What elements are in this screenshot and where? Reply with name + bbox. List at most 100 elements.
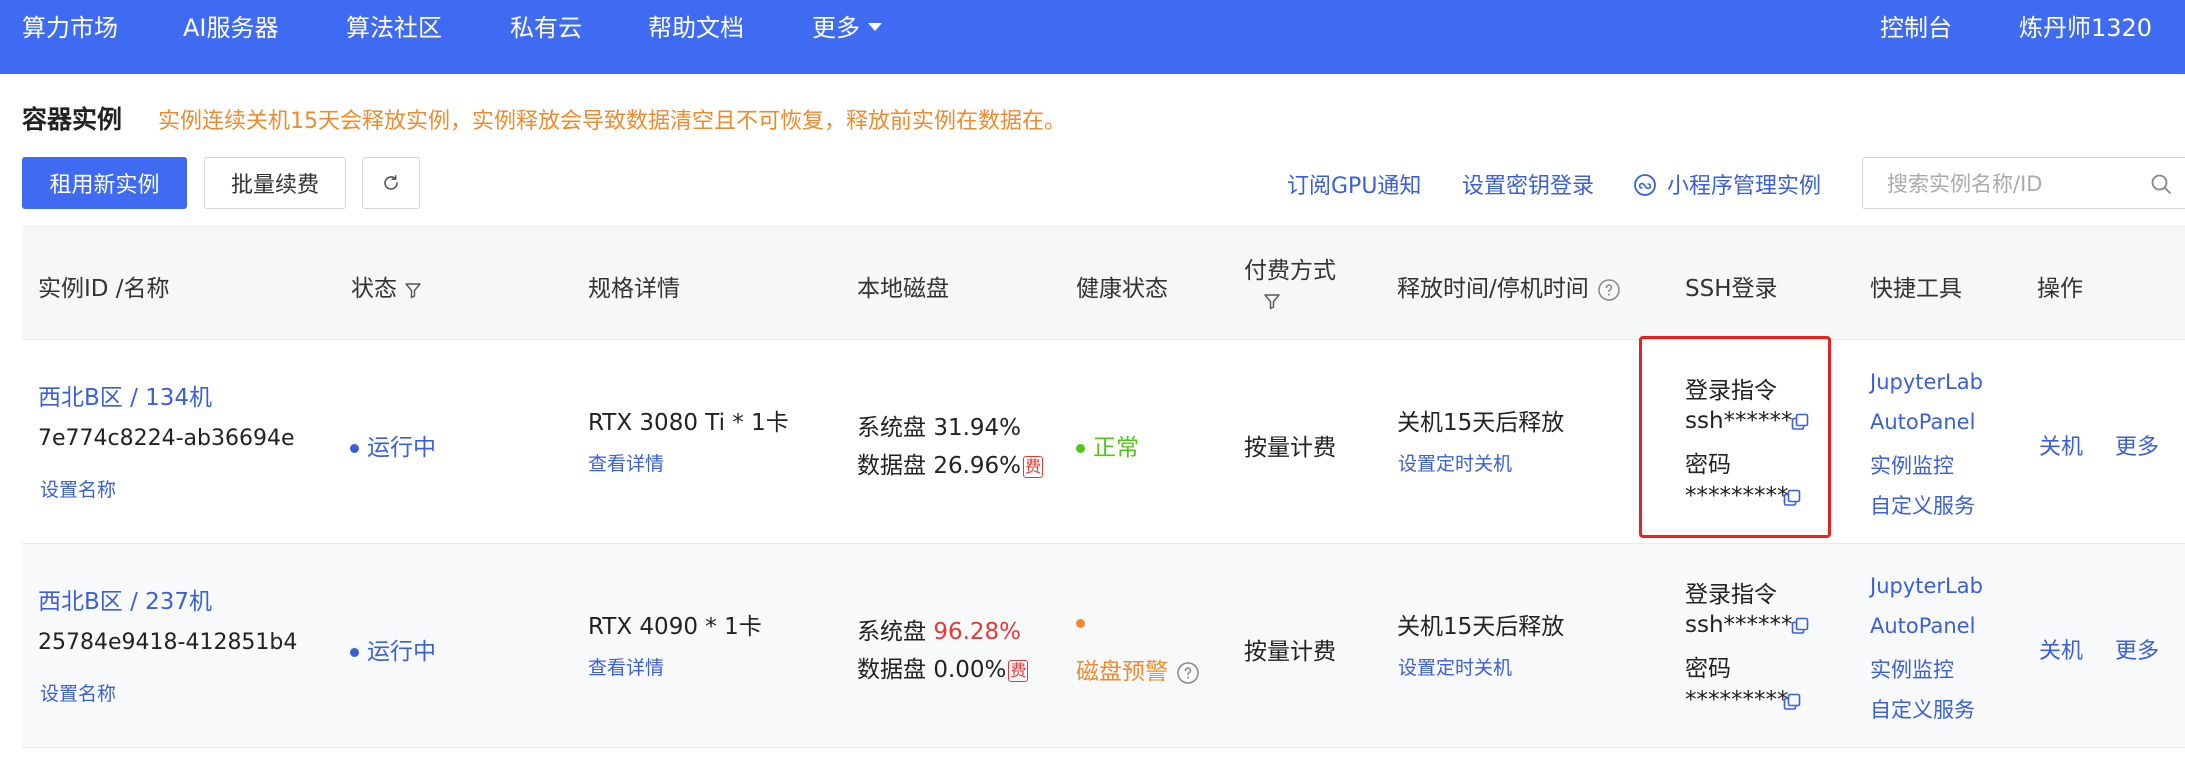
schedule-shutdown-link[interactable]: 设置定时关机: [1398, 449, 1512, 476]
autopanel-link[interactable]: AutoPanel: [1870, 614, 1975, 638]
system-disk-usage: 系统盘 31.94%: [857, 408, 1021, 442]
disk-fee-badge[interactable]: 费: [1008, 659, 1029, 682]
autopanel-link[interactable]: AutoPanel: [1870, 410, 1975, 434]
instance-search-input[interactable]: [1887, 170, 2137, 198]
disk-fee-badge[interactable]: 费: [1023, 455, 1044, 478]
caret-down-icon: [868, 23, 882, 31]
set-name-link[interactable]: 设置名称: [40, 475, 116, 502]
header-health: 健康状态: [1076, 276, 1168, 302]
billing-method: 按量计费: [1244, 639, 1336, 665]
status-badge: 运行中: [350, 428, 436, 462]
ssh-password-value: *********: [1685, 687, 1789, 713]
mini-program-icon: [1634, 174, 1656, 196]
system-disk-label: 系统盘: [857, 415, 926, 441]
status-label: 运行中: [367, 639, 436, 665]
help-circle-icon[interactable]: [1597, 278, 1621, 302]
page-title: 容器实例: [22, 105, 123, 134]
header-billing: 付费方式: [1244, 258, 1336, 284]
billing-filter-icon[interactable]: [1262, 291, 1282, 311]
set-name-link[interactable]: 设置名称: [40, 679, 116, 706]
system-disk-usage: 系统盘 96.28%: [857, 612, 1021, 646]
nav-item-private-cloud[interactable]: 私有云: [510, 0, 582, 56]
gpu-spec: RTX 3080 Ti * 1卡: [588, 410, 789, 436]
gpu-spec: RTX 4090 * 1卡: [588, 614, 762, 640]
set-key-login-link[interactable]: 设置密钥登录: [1462, 168, 1594, 200]
ssh-password-value: *********: [1685, 483, 1789, 509]
copy-icon[interactable]: [1790, 616, 1810, 636]
refresh-button[interactable]: [362, 157, 420, 209]
instance-monitor-link[interactable]: 实例监控: [1870, 450, 1954, 480]
health-status: 磁盘预警: [1076, 652, 1200, 686]
status-badge: 运行中: [350, 632, 436, 666]
nav-item-help-docs[interactable]: 帮助文档: [648, 0, 744, 56]
header-release-time: 释放时间/停机时间: [1397, 269, 1621, 303]
system-disk-value: 96.28%: [933, 619, 1022, 645]
view-details-link[interactable]: 查看详情: [588, 653, 664, 680]
nav-item-ai-servers[interactable]: AI服务器: [183, 0, 279, 56]
mini-program-manage-link[interactable]: 小程序管理实例: [1633, 168, 1821, 200]
nav-item-compute-market[interactable]: 算力市场: [22, 0, 118, 56]
batch-renew-button[interactable]: 批量续费: [204, 157, 346, 209]
data-disk-value: 26.96%: [933, 453, 1022, 479]
instance-search-box: [1862, 157, 2185, 209]
header-disk: 本地磁盘: [857, 276, 949, 302]
billing-method: 按量计费: [1244, 435, 1336, 461]
table-header: 实例ID /名称 状态 规格详情 本地磁盘 健康状态 付费方式 释放时间/停机时…: [22, 226, 2185, 340]
data-disk-label: 数据盘: [857, 453, 926, 479]
status-label: 运行中: [367, 435, 436, 461]
nav-item-console[interactable]: 控制台: [1880, 0, 1952, 56]
copy-icon[interactable]: [1782, 692, 1802, 712]
header-tools: 快捷工具: [1870, 276, 1962, 302]
release-policy: 关机15天后释放: [1397, 410, 1565, 436]
instance-id: 7e774c8224-ab36694e: [38, 426, 295, 451]
copy-icon[interactable]: [1782, 488, 1802, 508]
mini-program-label: 小程序管理实例: [1667, 174, 1822, 199]
ssh-command-label: 登录指令: [1685, 378, 1777, 404]
ssh-command-value: ssh******: [1685, 612, 1793, 638]
table-row: 西北B区 / 134机 7e774c8224-ab36694e 设置名称 运行中…: [22, 340, 2185, 544]
jupyterlab-link[interactable]: JupyterLab: [1870, 370, 1983, 394]
more-actions-link[interactable]: 更多: [2115, 429, 2159, 461]
more-actions-link[interactable]: 更多: [2115, 633, 2159, 665]
jupyterlab-link[interactable]: JupyterLab: [1870, 574, 1983, 598]
instance-monitor-link[interactable]: 实例监控: [1870, 654, 1954, 684]
filter-icon[interactable]: [403, 280, 423, 300]
shutdown-link[interactable]: 关机: [2039, 429, 2083, 461]
search-icon[interactable]: [2149, 172, 2173, 196]
status-dot: [350, 444, 359, 453]
shutdown-link[interactable]: 关机: [2039, 633, 2083, 665]
header-ops: 操作: [2037, 276, 2083, 302]
user-menu[interactable]: 炼丹师1320: [2019, 0, 2152, 56]
instance-name-link[interactable]: 西北B区 / 237机: [38, 582, 212, 616]
header-id-name: 实例ID /名称: [38, 276, 170, 302]
health-label: 磁盘预警: [1076, 659, 1168, 685]
nav-more-label: 更多: [812, 14, 860, 42]
view-details-link[interactable]: 查看详情: [588, 449, 664, 476]
subscribe-gpu-notification-link[interactable]: 订阅GPU通知: [1287, 168, 1421, 200]
top-navigation-bar: 算力市场 AI服务器 算法社区 私有云 帮助文档 更多 控制台 炼丹师1320: [0, 0, 2185, 74]
help-circle-icon[interactable]: [1176, 661, 1200, 685]
rent-new-instance-button[interactable]: 租用新实例: [22, 157, 187, 209]
health-dot: [1076, 444, 1085, 453]
custom-service-link[interactable]: 自定义服务: [1870, 694, 1975, 724]
health-status: 正常: [1076, 428, 1139, 462]
custom-service-link[interactable]: 自定义服务: [1870, 490, 1975, 520]
health-label: 正常: [1093, 435, 1139, 461]
health-dot: [1076, 619, 1085, 628]
data-disk-usage: 数据盘 0.00% 费: [857, 650, 1029, 684]
release-policy: 关机15天后释放: [1397, 614, 1565, 640]
status-dot: [350, 648, 359, 657]
header-ssh: SSH登录: [1685, 276, 1778, 302]
nav-item-more[interactable]: 更多: [812, 0, 882, 56]
system-disk-label: 系统盘: [857, 619, 926, 645]
ssh-password-label: 密码: [1685, 656, 1731, 682]
refresh-icon: [384, 175, 398, 190]
instance-name-link[interactable]: 西北B区 / 134机: [38, 378, 212, 412]
header-status[interactable]: 状态: [351, 269, 423, 303]
nav-item-algorithm-community[interactable]: 算法社区: [346, 0, 442, 56]
header-status-label: 状态: [351, 276, 397, 302]
copy-icon[interactable]: [1790, 412, 1810, 432]
schedule-shutdown-link[interactable]: 设置定时关机: [1398, 653, 1512, 680]
data-disk-usage: 数据盘 26.96% 费: [857, 446, 1044, 480]
table-row: 西北B区 / 237机 25784e9418-412851b4 设置名称 运行中…: [22, 544, 2185, 748]
